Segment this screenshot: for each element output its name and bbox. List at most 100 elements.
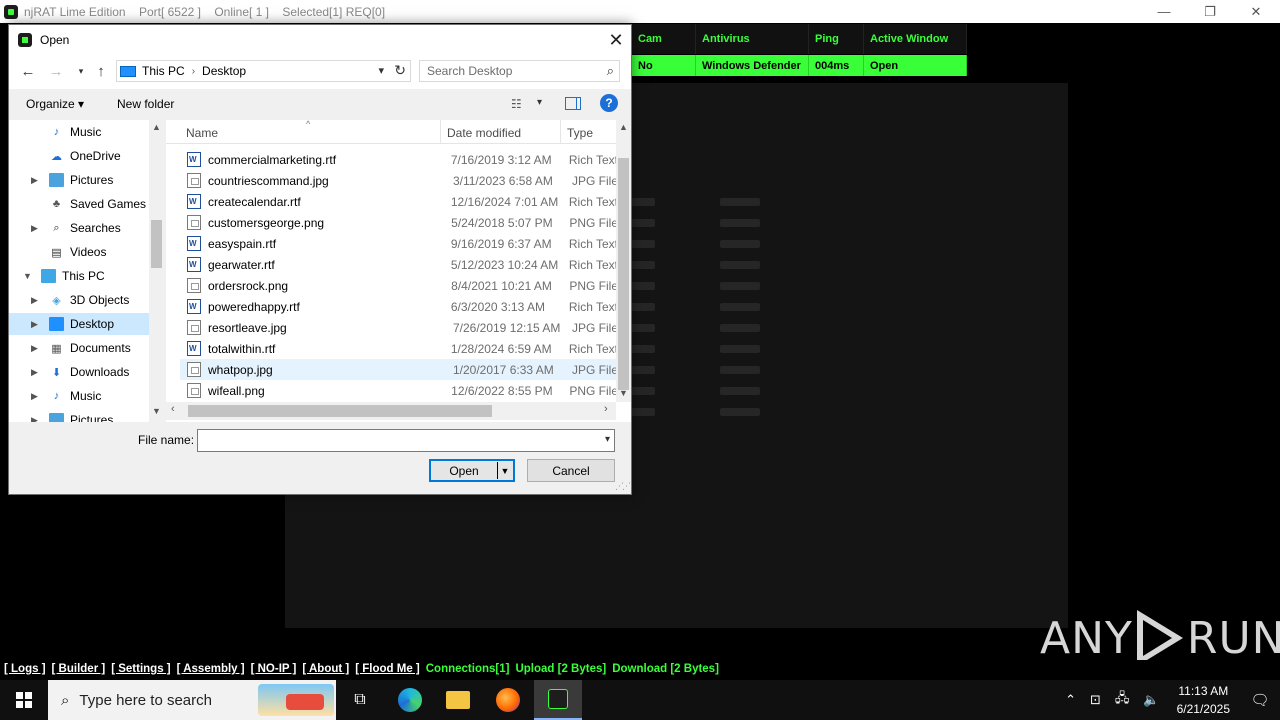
view-options-icon[interactable]: ☷ (511, 97, 522, 111)
notification-center-icon[interactable]: 🗨 (1240, 680, 1280, 720)
network-icon[interactable]: 🖧 (1115, 689, 1130, 711)
file-name-dropdown-icon[interactable]: ▾ (605, 434, 610, 445)
tree-item[interactable]: ♣ Saved Games (9, 193, 149, 215)
file-list-hscroll-thumb[interactable] (188, 405, 492, 417)
file-list-vertical-scrollbar[interactable]: ▲ ▼ (616, 120, 631, 402)
forward-arrow-icon[interactable]: → (46, 61, 66, 81)
taskbar-search[interactable]: ⌕ Type here to search (48, 680, 336, 720)
footer-link-flood[interactable]: [ Flood Me ] (355, 663, 420, 675)
search-input[interactable] (420, 61, 595, 81)
file-row[interactable]: customersgeorge.png 5/24/2018 5:07 PM PNG … (180, 212, 618, 233)
clock[interactable]: 11:13 AM 6/21/2025 (1177, 682, 1230, 718)
file-row[interactable]: countriescommand.jpg 3/11/2023 6:58 AM JPG… (180, 170, 618, 191)
file-name-combobox[interactable]: ▾ (197, 429, 615, 452)
search-box[interactable]: ⌕ (419, 60, 620, 82)
view-dropdown-icon[interactable]: ▾ (537, 97, 542, 108)
back-arrow-icon[interactable]: ← (18, 61, 38, 81)
file-row[interactable]: poweredhappy.rtf 6/3/2020 3:13 AM Rich Tex… (180, 296, 618, 317)
breadcrumb-this-pc[interactable]: This PC (142, 64, 185, 78)
expand-chevron-icon[interactable]: ▶ (31, 343, 38, 354)
tree-item[interactable]: ▶ ♪ Music (9, 385, 149, 407)
expand-chevron-icon[interactable]: ▶ (31, 367, 38, 378)
close-window-icon[interactable]: ✕ (1233, 0, 1279, 23)
preview-pane-icon[interactable] (565, 97, 581, 110)
scroll-right-icon[interactable]: › (604, 403, 608, 415)
new-folder-button[interactable]: New folder (117, 97, 174, 111)
scroll-up-icon[interactable]: ▲ (619, 122, 628, 132)
footer-link-logs[interactable]: [ Logs ] (4, 663, 46, 675)
address-dropdown-icon[interactable]: ▾ (378, 64, 384, 77)
expand-chevron-icon[interactable]: ▶ (31, 175, 38, 186)
volume-icon[interactable]: 🔈 (1143, 692, 1159, 708)
col-type[interactable]: Type (567, 126, 593, 140)
tree-item[interactable]: ▶ Pictures (9, 409, 149, 422)
file-row[interactable]: resortleave.jpg 7/26/2019 12:15 AM JPG Fil… (180, 317, 618, 338)
task-view-button[interactable]: ⧉ (336, 680, 384, 720)
start-button[interactable] (0, 680, 48, 720)
col-antivirus[interactable]: Antivirus (696, 24, 809, 54)
tree-item[interactable]: ♪ Music (9, 121, 149, 143)
tree-scrollbar[interactable]: ▲ ▼ (149, 120, 164, 422)
refresh-icon[interactable]: ↻ (394, 62, 406, 79)
tree-item[interactable]: ▶ Pictures (9, 169, 149, 191)
help-icon[interactable]: ? (600, 94, 618, 112)
expand-chevron-icon[interactable]: ▶ (31, 223, 38, 234)
scroll-left-icon[interactable]: ‹ (171, 403, 175, 415)
organize-button[interactable]: Organize ▾ (26, 97, 84, 111)
footer-link-assembly[interactable]: [ Assembly ] (177, 663, 245, 675)
file-list-horizontal-scrollbar[interactable]: ‹ › (166, 402, 616, 420)
expand-chevron-icon[interactable]: ▶ (31, 295, 38, 306)
cancel-button[interactable]: Cancel (527, 459, 615, 482)
open-dropdown-icon[interactable]: ▼ (498, 466, 512, 476)
tree-item[interactable]: ▶ ⌕ Searches (9, 217, 149, 239)
scroll-down-icon[interactable]: ▼ (619, 388, 628, 398)
resize-grip-icon[interactable]: ⋰⋰ (615, 481, 631, 492)
tree-item[interactable]: ▤ Videos (9, 241, 149, 263)
expand-chevron-icon[interactable]: ▶ (31, 391, 38, 402)
footer-link-noip[interactable]: [ NO-IP ] (251, 663, 297, 675)
file-name-input[interactable] (198, 430, 593, 451)
footer-link-builder[interactable]: [ Builder ] (52, 663, 106, 675)
file-row[interactable]: commercialmarketing.rtf 7/16/2019 3:12 AM… (180, 149, 618, 170)
col-name[interactable]: Name (186, 126, 218, 140)
firefox-taskbar-button[interactable] (484, 680, 532, 720)
tree-item[interactable]: ▶ ▦ Documents (9, 337, 149, 359)
breadcrumb-separator-icon[interactable]: › (192, 66, 195, 77)
up-arrow-icon[interactable]: ↑ (91, 61, 111, 81)
file-row[interactable]: whatpop.jpg 1/20/2017 6:33 AM JPG File (180, 359, 618, 380)
col-date-modified[interactable]: Date modified (447, 126, 521, 140)
tree-item[interactable]: ▶ Desktop (9, 313, 149, 335)
file-row[interactable]: gearwater.rtf 5/12/2023 10:24 AM Rich Text (180, 254, 618, 275)
open-button[interactable]: Open ▼ (429, 459, 515, 482)
tree-item[interactable]: ▶ ⬇ Downloads (9, 361, 149, 383)
recent-locations-chevron-icon[interactable]: ▾ (71, 61, 91, 81)
col-ping[interactable]: Ping (809, 24, 864, 54)
file-row[interactable]: wifeall.png 12/6/2022 8:55 PM PNG File (180, 380, 618, 401)
tree-item[interactable]: ☁ OneDrive (9, 145, 149, 167)
file-row[interactable]: createcalendar.rtf 12/16/2024 7:01 AM Rich… (180, 191, 618, 212)
collapse-chevron-icon[interactable]: ▼ (23, 271, 32, 281)
footer-link-about[interactable]: [ About ] (302, 663, 349, 675)
restore-icon[interactable]: ❐ (1187, 0, 1233, 23)
file-list-vscroll-thumb[interactable] (618, 158, 629, 390)
njrat-taskbar-button[interactable] (534, 680, 582, 720)
scroll-up-icon[interactable]: ▲ (152, 122, 161, 132)
rat-client-row[interactable]: No Windows Defender 004ms Open (632, 55, 967, 76)
minimize-icon[interactable]: — (1141, 0, 1187, 23)
file-explorer-taskbar-button[interactable] (434, 680, 482, 720)
footer-link-settings[interactable]: [ Settings ] (111, 663, 170, 675)
edge-taskbar-button[interactable] (386, 680, 434, 720)
file-row[interactable]: easyspain.rtf 9/16/2019 6:37 AM Rich Text (180, 233, 618, 254)
file-row[interactable]: ordersrock.png 8/4/2021 10:21 AM PNG File (180, 275, 618, 296)
search-icon[interactable]: ⌕ (607, 63, 614, 79)
tree-item[interactable]: ▼ This PC (9, 265, 149, 287)
scroll-down-icon[interactable]: ▼ (152, 406, 161, 416)
address-bar[interactable]: This PC › Desktop ▾ ↻ (116, 60, 411, 82)
tray-overflow-chevron-icon[interactable]: ⌃ (1065, 692, 1076, 708)
expand-chevron-icon[interactable]: ▶ (31, 319, 38, 330)
tree-scroll-thumb[interactable] (151, 220, 162, 268)
col-cam[interactable]: Cam (632, 24, 696, 54)
dialog-close-icon[interactable]: ✕ (601, 25, 631, 55)
col-active-window[interactable]: Active Window (864, 24, 967, 54)
file-row[interactable]: totalwithin.rtf 1/28/2024 6:59 AM Rich Tex… (180, 338, 618, 359)
